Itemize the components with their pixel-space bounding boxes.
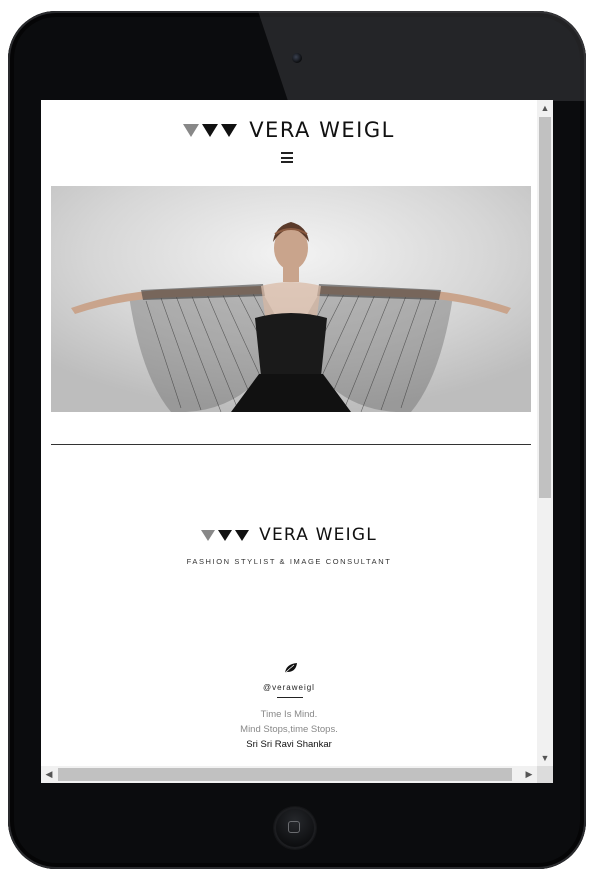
hero-illustration (51, 186, 531, 412)
scroll-right-icon[interactable]: ▶ (521, 766, 537, 783)
social-handle[interactable]: @veraweigl (41, 683, 537, 692)
scroll-down-icon[interactable]: ▼ (537, 750, 553, 766)
tablet-device: VERA WEIGL VERA WEIGL FASHION STYLIST & … (8, 11, 586, 869)
logo-triangles-icon (183, 123, 238, 137)
quote-line-2: Mind Stops,time Stops. (240, 724, 338, 735)
vertical-scroll-thumb[interactable] (539, 117, 551, 498)
tagline: FASHION STYLIST & IMAGE CONSULTANT (186, 557, 392, 566)
intro-brand-name: VERA WEIGL (259, 525, 377, 545)
horizontal-scrollbar[interactable]: ◀ ▶ (41, 766, 537, 783)
site-logo[interactable]: VERA WEIGL (41, 118, 537, 142)
handle-underline (277, 697, 303, 698)
quote-author: Sri Sri Ravi Shankar (246, 739, 332, 750)
home-square-icon (288, 821, 300, 833)
home-button[interactable] (274, 807, 316, 849)
vertical-scrollbar[interactable]: ▲ ▼ (537, 100, 553, 766)
hamburger-menu-icon[interactable] (281, 152, 293, 163)
section-divider (51, 444, 531, 445)
intro-logo: VERA WEIGL (41, 525, 537, 545)
page-content: VERA WEIGL VERA WEIGL FASHION STYLIST & … (41, 100, 537, 766)
scroll-up-icon[interactable]: ▲ (537, 100, 553, 116)
brand-name: VERA WEIGL (249, 118, 395, 142)
leaf-icon[interactable] (284, 662, 298, 674)
logo-triangles-icon (201, 529, 250, 541)
camera-icon (292, 53, 302, 63)
hero-image (51, 186, 531, 412)
quote-line-1: Time Is Mind. (260, 709, 318, 720)
scroll-left-icon[interactable]: ◀ (41, 766, 57, 783)
horizontal-scroll-thumb[interactable] (58, 768, 512, 781)
browser-viewport: VERA WEIGL VERA WEIGL FASHION STYLIST & … (41, 100, 553, 783)
scrollbar-corner (537, 766, 553, 783)
